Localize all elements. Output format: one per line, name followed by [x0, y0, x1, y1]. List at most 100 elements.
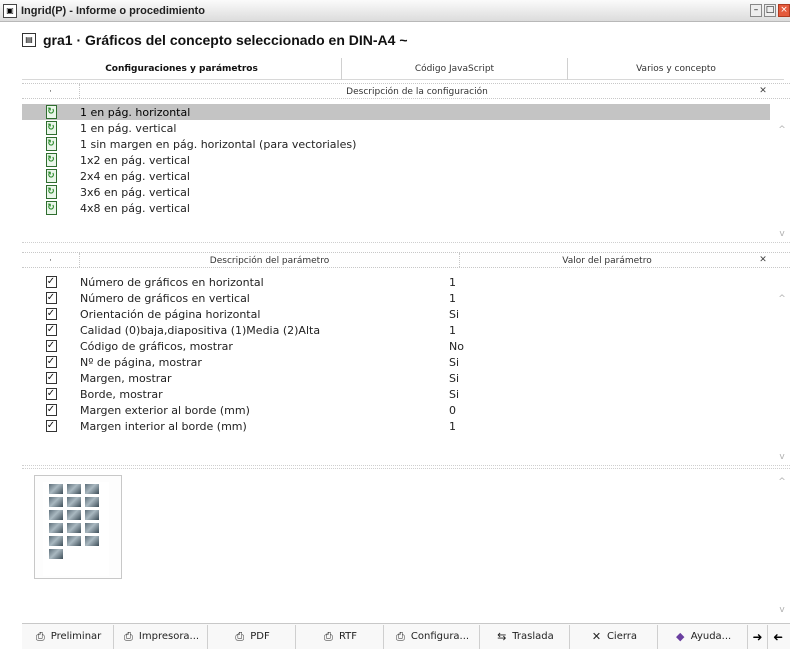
param-value[interactable]: 0 [449, 404, 790, 417]
bottom-toolbar: ⎙ Preliminar ⎙ Impresora... ⎙ PDF ⎙ RTF … [22, 623, 790, 649]
param-row[interactable]: ✓ Margen, mostrar Si [22, 370, 790, 386]
refresh-icon: ↻ [45, 153, 57, 167]
rtf-printer-icon: ⎙ [324, 629, 333, 643]
param-row[interactable]: ✓ Número de gráficos en horizontal 1 [22, 274, 790, 290]
param-value[interactable]: 1 [449, 292, 790, 305]
document-icon: ▤ [22, 33, 36, 47]
checkbox-checked-icon[interactable]: ✓ [45, 276, 57, 288]
config-description-header[interactable]: Descripción de la configuración [80, 84, 754, 98]
checkbox-checked-icon[interactable]: ✓ [45, 308, 57, 320]
sort-icon[interactable]: ✕ [754, 255, 772, 265]
rtf-button[interactable]: ⎙ RTF [296, 624, 384, 649]
checkbox-checked-icon[interactable]: ✓ [45, 372, 57, 384]
config-row[interactable]: ↻ 2x4 en pág. vertical [22, 168, 790, 184]
param-description-header[interactable]: Descripción del parámetro [80, 253, 460, 267]
cierra-button[interactable]: ✕ Cierra [570, 624, 658, 649]
arrow-left-icon[interactable]: ➜ [768, 625, 788, 649]
param-row[interactable]: ✓ Margen interior al borde (mm) 1 [22, 418, 790, 434]
param-row[interactable]: ✓ Margen exterior al borde (mm) 0 [22, 402, 790, 418]
config-row[interactable]: ↻ 4x8 en pág. vertical [22, 200, 790, 216]
config-row-label: 2x4 en pág. vertical [80, 169, 190, 183]
param-row[interactable]: ✓ Orientación de página horizontal Si [22, 306, 790, 322]
sort-icon[interactable]: ✕ [754, 86, 772, 96]
scroll-down-icon[interactable]: v [774, 603, 790, 617]
ayuda-button[interactable]: ◆ Ayuda... [658, 624, 748, 649]
close-icon[interactable]: × [778, 4, 790, 17]
config-table: · Descripción de la configuración ✕ ↻ 1 … [22, 83, 790, 243]
param-row[interactable]: ✓ Nº de página, mostrar Si [22, 354, 790, 370]
param-row[interactable]: ✓ Borde, mostrar Si [22, 386, 790, 402]
checkbox-checked-icon[interactable]: ✓ [45, 324, 57, 336]
cierra-label: Cierra [606, 631, 638, 642]
refresh-icon: ↻ [45, 137, 57, 151]
tab-configuraciones[interactable]: Configuraciones y parámetros [22, 58, 342, 80]
preliminar-label: Preliminar [50, 631, 102, 642]
param-value[interactable]: 1 [449, 420, 790, 433]
scroll-down-icon[interactable]: v [774, 450, 790, 464]
arrow-right-icon[interactable]: ➜ [748, 624, 768, 649]
config-scrollbar[interactable]: ^ v [774, 99, 790, 243]
refresh-icon: ↻ [45, 201, 57, 215]
chart-thumbnail [49, 549, 63, 559]
tab-varios-concepto[interactable]: Varios y concepto [568, 58, 784, 80]
param-value[interactable]: 1 [449, 324, 790, 337]
scroll-up-icon[interactable]: ^ [774, 292, 790, 306]
checkbox-checked-icon[interactable]: ✓ [45, 420, 57, 432]
param-value[interactable]: Si [449, 308, 790, 321]
config-row[interactable]: ↻ 1 en pág. horizontal [22, 104, 770, 120]
config-row-label: 1 sin margen en pág. horizontal (para ve… [80, 137, 357, 151]
param-value-header[interactable]: Valor del parámetro [460, 253, 754, 267]
app-icon: ▣ [3, 3, 17, 18]
pdf-printer-icon: ⎙ [235, 629, 245, 643]
close-x-icon: ✕ [591, 629, 602, 643]
minimize-icon[interactable]: – [750, 4, 762, 17]
chart-thumbnail [85, 536, 99, 546]
preview-scrollbar[interactable]: ^ v [774, 469, 790, 619]
configura-button[interactable]: ⎙ Configura... [384, 624, 480, 649]
checkbox-checked-icon[interactable]: ✓ [45, 356, 57, 368]
printer-icon: ⎙ [35, 629, 45, 643]
checkbox-checked-icon[interactable]: ✓ [45, 404, 57, 416]
preliminar-button[interactable]: ⎙ Preliminar [22, 624, 114, 649]
checkbox-checked-icon[interactable]: ✓ [45, 388, 57, 400]
maximize-icon[interactable]: □ [764, 4, 776, 17]
page-heading: ▤ gra1 · Gráficos del concepto seleccion… [0, 22, 790, 58]
config-row[interactable]: ↻ 1 sin margen en pág. horizontal (para … [22, 136, 790, 152]
traslada-button[interactable]: ⇆ Traslada [480, 624, 570, 649]
param-value[interactable]: 1 [449, 276, 790, 289]
param-row[interactable]: ✓ Número de gráficos en vertical 1 [22, 290, 790, 306]
param-description: Margen, mostrar [80, 371, 172, 385]
param-scrollbar[interactable]: ^ v [774, 268, 790, 466]
param-row[interactable]: ✓ Calidad (0)baja,diapositiva (1)Media (… [22, 322, 790, 338]
chart-thumbnail [85, 484, 99, 494]
config-row-label: 4x8 en pág. vertical [80, 201, 190, 215]
help-book-icon: ◆ [676, 629, 685, 643]
scroll-up-icon[interactable]: ^ [774, 475, 790, 489]
page-preview-thumbnail[interactable] [34, 475, 122, 579]
row-marker-header: · [22, 253, 80, 267]
tab-codigo-javascript[interactable]: Código JavaScript [342, 58, 568, 80]
scroll-up-icon[interactable]: ^ [774, 123, 790, 137]
impresora-button[interactable]: ⎙ Impresora... [114, 624, 208, 649]
config-row[interactable]: ↻ 1 en pág. vertical [22, 120, 790, 136]
checkbox-checked-icon[interactable]: ✓ [45, 340, 57, 352]
page-title: gra1 · Gráficos del concepto seleccionad… [43, 32, 408, 48]
checkbox-checked-icon[interactable]: ✓ [45, 292, 57, 304]
chart-thumbnail [67, 510, 81, 520]
param-value[interactable]: Si [449, 356, 790, 369]
param-value[interactable]: Si [449, 388, 790, 401]
config-row[interactable]: ↻ 3x6 en pág. vertical [22, 184, 790, 200]
config-table-body: ↻ 1 en pág. horizontal ↻ 1 en pág. verti… [22, 99, 790, 243]
chart-thumbnail [49, 510, 63, 520]
config-row[interactable]: ↻ 1x2 en pág. vertical [22, 152, 790, 168]
config-table-header: · Descripción de la configuración ✕ [22, 83, 790, 99]
window-controls: – □ × [750, 4, 790, 17]
param-table: · Descripción del parámetro Valor del pa… [22, 252, 790, 466]
scroll-down-icon[interactable]: v [774, 227, 790, 241]
config-row-label: 1 en pág. horizontal [80, 105, 191, 119]
pdf-button[interactable]: ⎙ PDF [208, 624, 296, 649]
param-value[interactable]: Si [449, 372, 790, 385]
param-description: Margen interior al borde (mm) [80, 419, 247, 433]
param-value[interactable]: No [449, 340, 790, 353]
param-row[interactable]: ✓ Código de gráficos, mostrar No [22, 338, 790, 354]
